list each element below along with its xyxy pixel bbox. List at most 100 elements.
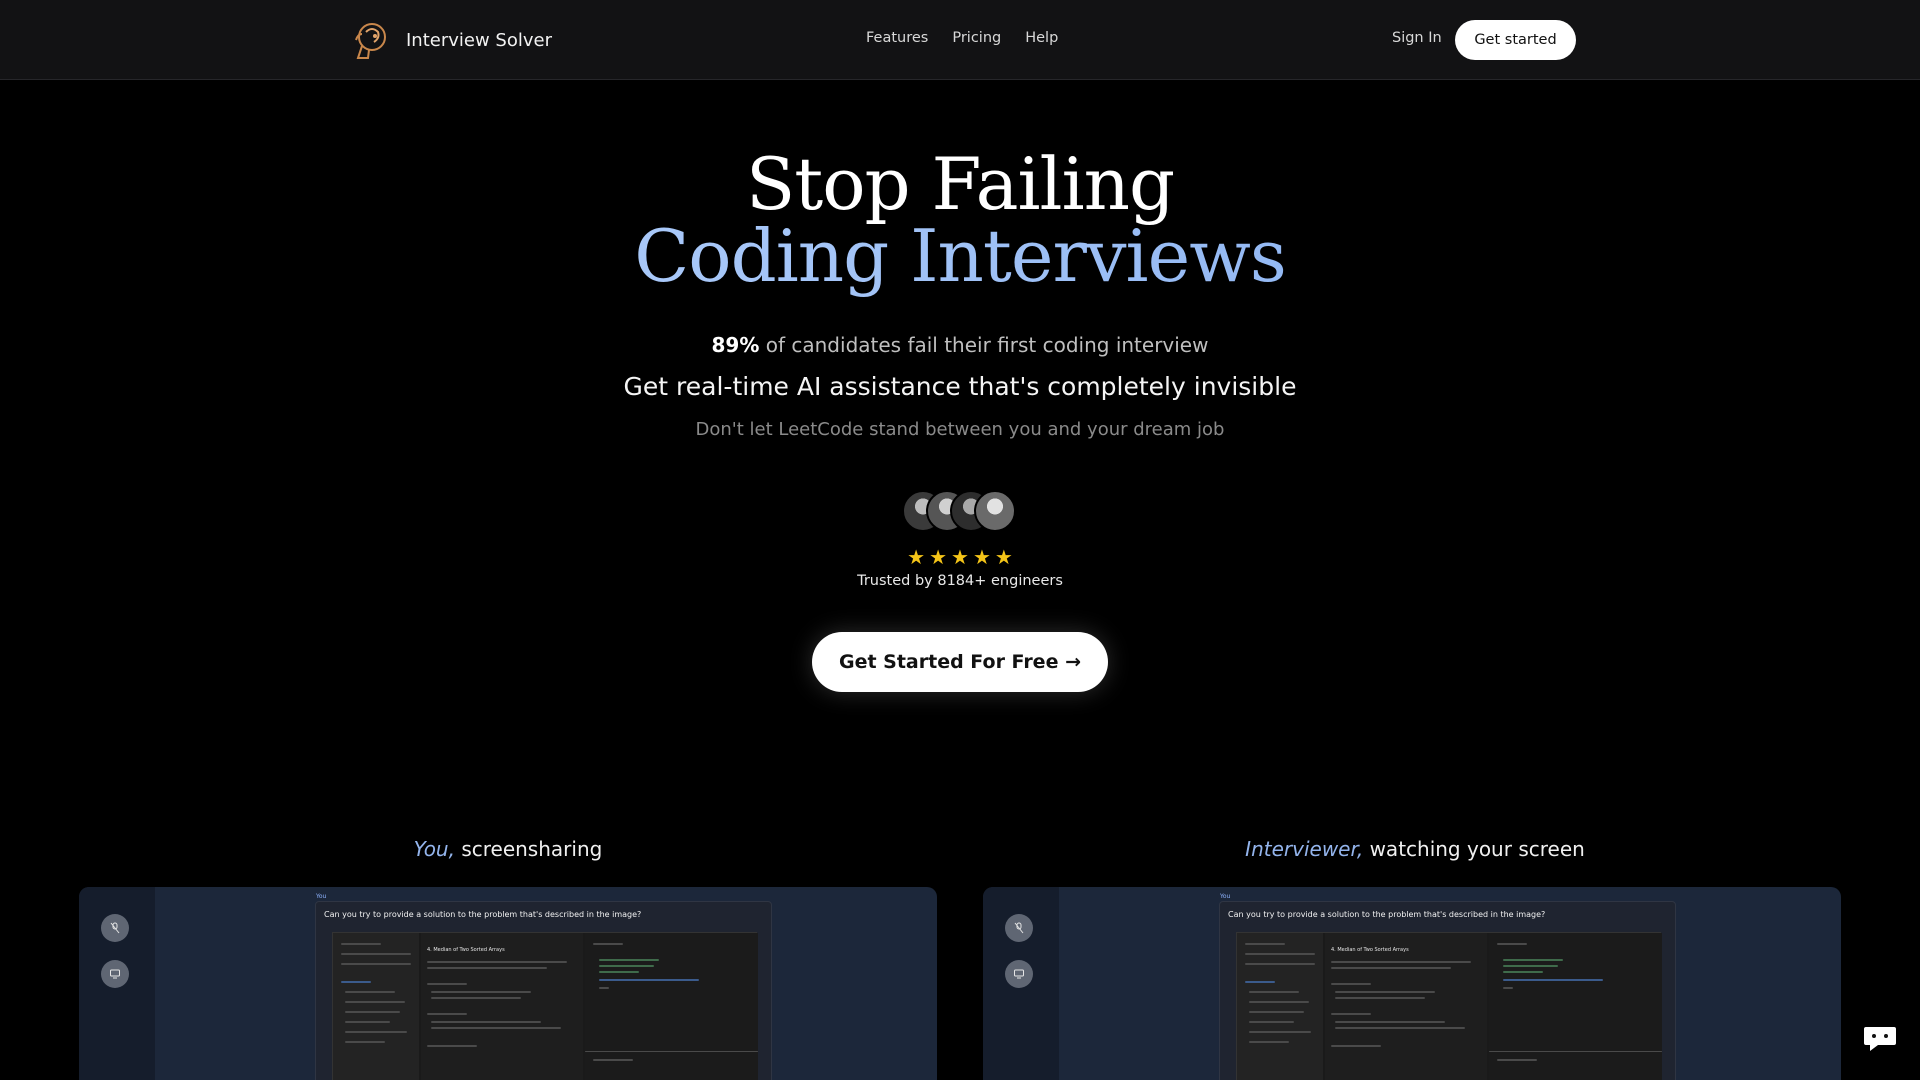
star-icon: ★ <box>907 545 926 569</box>
hero-tagline: Don't let LeetCode stand between you and… <box>695 419 1225 440</box>
sign-in-link[interactable]: Sign In <box>1392 30 1442 46</box>
problem-line <box>1331 1013 1371 1015</box>
site-header: Interview Solver Features Pricing Help S… <box>0 0 1920 80</box>
logo-link[interactable]: Interview Solver <box>348 18 552 62</box>
shared-screen: Can you try to provide a solution to the… <box>1219 901 1676 1080</box>
avatar-group <box>902 490 1022 532</box>
problem-line <box>1335 1021 1445 1023</box>
you-tag: You <box>1220 893 1231 900</box>
sidebar-row <box>345 1041 385 1043</box>
code-line <box>1503 987 1513 989</box>
hero-subtitle: Get real-time AI assistance that's compl… <box>623 372 1297 401</box>
logo-mark-icon <box>355 23 386 59</box>
sidebar-row <box>345 1021 390 1023</box>
mute-button[interactable] <box>1005 914 1033 942</box>
problem-line <box>427 1045 477 1047</box>
code-line <box>1503 965 1558 967</box>
sidebar-row <box>1249 991 1299 993</box>
sidebar-row <box>341 953 411 955</box>
code-line <box>599 979 699 981</box>
screenshare-panel-you: You Can you try to provide a solution to… <box>79 887 937 1080</box>
code-editor-preview: 4. Median of Two Sorted Arrays <box>332 932 758 1080</box>
stat-value: 89% <box>711 333 760 357</box>
code-pane <box>585 933 758 1080</box>
hero-stat: 89% of candidates fail their first codin… <box>0 333 1920 357</box>
code-editor-preview: 4. Median of Two Sorted Arrays <box>1236 932 1662 1080</box>
code-line <box>1489 1051 1662 1052</box>
sidebar-row <box>341 981 371 983</box>
sidebar-row <box>345 1011 400 1013</box>
screen-share-button[interactable] <box>1005 960 1033 988</box>
mute-button[interactable] <box>101 914 129 942</box>
nav-features[interactable]: Features <box>866 30 928 46</box>
shared-screen: Can you try to provide a solution to the… <box>315 901 772 1080</box>
sidebar-row <box>1245 963 1315 965</box>
call-controls <box>79 887 155 1080</box>
problem-line <box>1331 961 1471 963</box>
sidebar-row <box>345 1001 405 1003</box>
problem-line <box>1331 1045 1381 1047</box>
microphone-off-icon <box>110 922 120 934</box>
problem-line <box>1331 983 1371 985</box>
code-line <box>1497 1059 1537 1061</box>
left-caption: You, screensharing <box>313 837 703 861</box>
screen-share-button[interactable] <box>101 960 129 988</box>
sidebar-row <box>345 991 395 993</box>
code-line <box>585 1051 758 1052</box>
problem-line <box>427 961 567 963</box>
problem-pane: 4. Median of Two Sorted Arrays <box>421 933 583 1080</box>
avatar <box>974 490 1016 532</box>
problem-line <box>431 997 521 999</box>
problem-line <box>1331 967 1451 969</box>
stat-text: of candidates fail their first coding in… <box>759 333 1209 357</box>
rating-stars: ★ ★ ★ ★ ★ <box>0 545 1920 569</box>
star-icon: ★ <box>972 545 991 569</box>
editor-sidebar <box>1237 933 1323 1080</box>
star-icon: ★ <box>994 545 1013 569</box>
monitor-icon <box>1014 969 1024 979</box>
main-nav: Features Pricing Help <box>866 30 1058 46</box>
screenshare-panel-interviewer: You Can you try to provide a solution to… <box>983 887 1841 1080</box>
code-line <box>1497 943 1527 945</box>
problem-line <box>1335 991 1435 993</box>
code-line <box>599 971 639 973</box>
code-line <box>599 987 609 989</box>
code-line <box>593 943 623 945</box>
problem-pane: 4. Median of Two Sorted Arrays <box>1325 933 1487 1080</box>
prompt-text: Can you try to provide a solution to the… <box>324 910 642 919</box>
brand-name: Interview Solver <box>406 29 552 51</box>
editor-sidebar <box>333 933 419 1080</box>
problem-line <box>427 1013 467 1015</box>
get-started-free-button[interactable]: Get Started For Free → <box>812 632 1108 692</box>
nav-help[interactable]: Help <box>1025 30 1058 46</box>
sidebar-row <box>345 1031 407 1033</box>
right-caption-em: Interviewer, <box>1245 837 1364 861</box>
problem-line <box>1335 1027 1465 1029</box>
problem-line <box>427 967 547 969</box>
hero-title-line2: Coding Interviews <box>0 212 1920 300</box>
code-line <box>599 965 654 967</box>
problem-line <box>427 983 467 985</box>
you-tag: You <box>316 893 327 900</box>
call-controls <box>983 887 1059 1080</box>
problem-line <box>431 991 531 993</box>
code-line <box>593 1059 633 1061</box>
sidebar-row <box>1249 1011 1304 1013</box>
right-caption-text: watching your screen <box>1363 837 1585 861</box>
problem-title: 4. Median of Two Sorted Arrays <box>1331 947 1409 953</box>
code-pane <box>1489 933 1662 1080</box>
monitor-icon <box>110 969 120 979</box>
sidebar-row <box>1249 1001 1309 1003</box>
sidebar-row <box>1245 943 1285 945</box>
trusted-count: Trusted by 8184+ engineers <box>857 573 1063 589</box>
problem-title: 4. Median of Two Sorted Arrays <box>427 947 505 953</box>
sidebar-row <box>1249 1031 1311 1033</box>
chat-icon <box>1864 1027 1896 1051</box>
sidebar-row <box>341 943 381 945</box>
chat-widget-button[interactable] <box>1860 1018 1900 1058</box>
code-line <box>1503 979 1603 981</box>
get-started-button[interactable]: Get started <box>1455 20 1576 60</box>
sidebar-row <box>1249 1021 1294 1023</box>
nav-pricing[interactable]: Pricing <box>952 30 1001 46</box>
prompt-text: Can you try to provide a solution to the… <box>1228 910 1546 919</box>
